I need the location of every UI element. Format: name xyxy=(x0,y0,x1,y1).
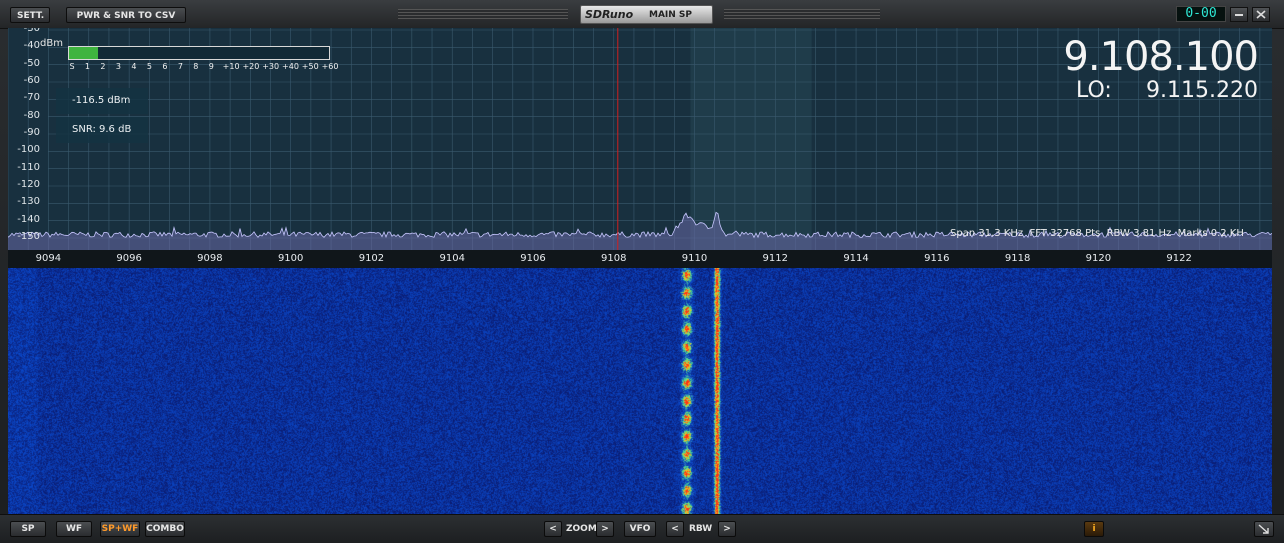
s-meter-tick: 4 xyxy=(131,62,137,71)
vfo-button[interactable]: VFO xyxy=(624,521,656,537)
y-tick-label: -50 xyxy=(23,57,40,69)
window-mode-label: MAIN SP xyxy=(649,10,693,20)
y-tick-label: -150 xyxy=(17,231,40,242)
s-meter-tick: 7 xyxy=(177,62,183,71)
resize-arrow-icon xyxy=(1258,524,1269,534)
drag-grip-right[interactable] xyxy=(724,9,880,19)
x-tick-label: 9100 xyxy=(277,253,304,264)
waterfall-display[interactable] xyxy=(8,268,1272,514)
s-meter-tick: 2 xyxy=(100,62,106,71)
drag-grip-left[interactable] xyxy=(398,9,568,19)
y-tick-label: -40 xyxy=(23,40,40,52)
x-tick-label: 9106 xyxy=(520,253,546,264)
x-tick-label: 9110 xyxy=(681,253,708,264)
lo-label: LO: xyxy=(1076,78,1112,103)
x-tick-label: 9120 xyxy=(1085,253,1112,264)
y-axis-labels: -30 -40 -50 -60 -70 -80 -90 -100 -110 -120 -130 -14… xyxy=(8,28,48,268)
title-bar[interactable]: SETT. PWR & SNR TO CSV SDRuno MAIN SP 0-… xyxy=(0,0,1284,29)
y-tick-label: -60 xyxy=(23,75,40,86)
s-meter-tick: +30 xyxy=(262,62,280,71)
s-meter-tick: 1 xyxy=(84,62,91,71)
s-meter-tick: 9 xyxy=(208,62,214,71)
info-button[interactable]: i xyxy=(1084,521,1104,537)
s-meter-fill xyxy=(69,47,98,59)
x-tick-label: 9102 xyxy=(358,253,385,264)
y-tick-label: -110 xyxy=(17,161,40,173)
sp-mode-button[interactable]: SP xyxy=(10,521,46,537)
rbw-label: RBW xyxy=(689,524,713,534)
lo-frequency-display[interactable]: 9.115.220 xyxy=(1146,78,1258,103)
sdruno-main-sp-window: SETT. PWR & SNR TO CSV SDRuno MAIN SP 0-… xyxy=(0,0,1284,543)
x-tick-label: 9098 xyxy=(197,253,223,264)
x-tick-label: 9114 xyxy=(843,253,869,264)
s-meter-tick: +40 xyxy=(282,62,299,71)
power-readout: -116.5 dBm xyxy=(56,88,148,114)
snr-readout: SNR: 9.6 dB xyxy=(56,117,148,143)
s-meter-tick: 3 xyxy=(115,62,121,71)
s-meter-tick: +60 xyxy=(321,62,339,71)
s-meter-tick: +20 xyxy=(242,62,260,71)
settings-button[interactable]: SETT. xyxy=(10,7,50,23)
x-tick-label: 9104 xyxy=(439,253,465,264)
waterfall-image xyxy=(8,268,1272,514)
bottom-toolbar: SP WF SP+WF COMBO < ZOOM > VFO < RBW > i xyxy=(0,514,1284,543)
y-tick-label: -30 xyxy=(23,28,40,34)
combo-mode-button[interactable]: COMBO xyxy=(145,521,185,537)
x-tick-label: 9116 xyxy=(924,253,950,264)
x-tick-label: 9094 xyxy=(35,253,62,264)
x-tick-label: 9096 xyxy=(116,253,142,264)
clock-display: 0-00 xyxy=(1176,6,1226,22)
y-tick-label: -90 xyxy=(23,127,40,138)
resize-handle[interactable] xyxy=(1254,521,1274,537)
sp-wf-mode-button[interactable]: SP+WF xyxy=(100,521,140,537)
s-meter-tick: 5 xyxy=(146,62,152,71)
s-meter-tick: S xyxy=(69,62,75,71)
minimize-icon xyxy=(1235,14,1243,16)
s-meter-tick: +50 xyxy=(301,62,319,71)
s-meter-scale: S 1 2 3 4 5 6 7 8 9 +10 +20 +30 +40 +50 +60 xyxy=(68,62,340,74)
vfo-frequency-display[interactable]: 9.108.100 xyxy=(1063,34,1259,80)
s-meter-tick: 6 xyxy=(162,62,168,71)
x-tick-label: 9118 xyxy=(1004,253,1031,264)
y-tick-label: -100 xyxy=(17,144,40,156)
s-meter-tick: 8 xyxy=(193,62,199,71)
y-tick-label: -130 xyxy=(17,196,40,208)
pwr-snr-to-csv-button[interactable]: PWR & SNR TO CSV xyxy=(66,7,186,23)
s-meter-tick: +10 xyxy=(222,62,240,71)
zoom-in-button[interactable]: > xyxy=(596,521,614,537)
zoom-label: ZOOM xyxy=(566,524,597,534)
zoom-out-button[interactable]: < xyxy=(544,521,562,537)
rbw-decrease-button[interactable]: < xyxy=(666,521,684,537)
close-icon xyxy=(1256,10,1266,19)
spectrum-info-text: Span 31.3 KHz FFT 32768 Pts RBW 3.81 Hz … xyxy=(950,228,1244,239)
filter-passband[interactable] xyxy=(690,28,812,250)
y-tick-label: -80 xyxy=(23,109,40,121)
s-meter-bar xyxy=(68,46,330,60)
y-tick-label: -70 xyxy=(23,92,40,104)
frequency-axis: 9094 9096 9098 9100 9102 9104 9106 9108 9110 9112… xyxy=(8,250,1272,268)
y-tick-label: -120 xyxy=(17,179,40,190)
window-title-tag: SDRuno MAIN SP xyxy=(580,5,713,24)
sdruno-logo: SDRuno xyxy=(585,8,634,21)
x-tick-label: 9122 xyxy=(1166,253,1192,264)
spectrum-display[interactable]: -30 -40 -50 -60 -70 -80 -90 -100 -110 -120 -130 -14… xyxy=(8,28,1272,268)
x-tick-label: 9108 xyxy=(601,253,627,264)
minimize-button[interactable] xyxy=(1230,7,1248,22)
close-button[interactable] xyxy=(1252,7,1270,22)
y-axis-unit: dBm xyxy=(40,38,63,49)
rbw-increase-button[interactable]: > xyxy=(718,521,736,537)
wf-mode-button[interactable]: WF xyxy=(56,521,92,537)
y-tick-label: -140 xyxy=(17,213,40,225)
x-tick-label: 9112 xyxy=(762,253,789,264)
